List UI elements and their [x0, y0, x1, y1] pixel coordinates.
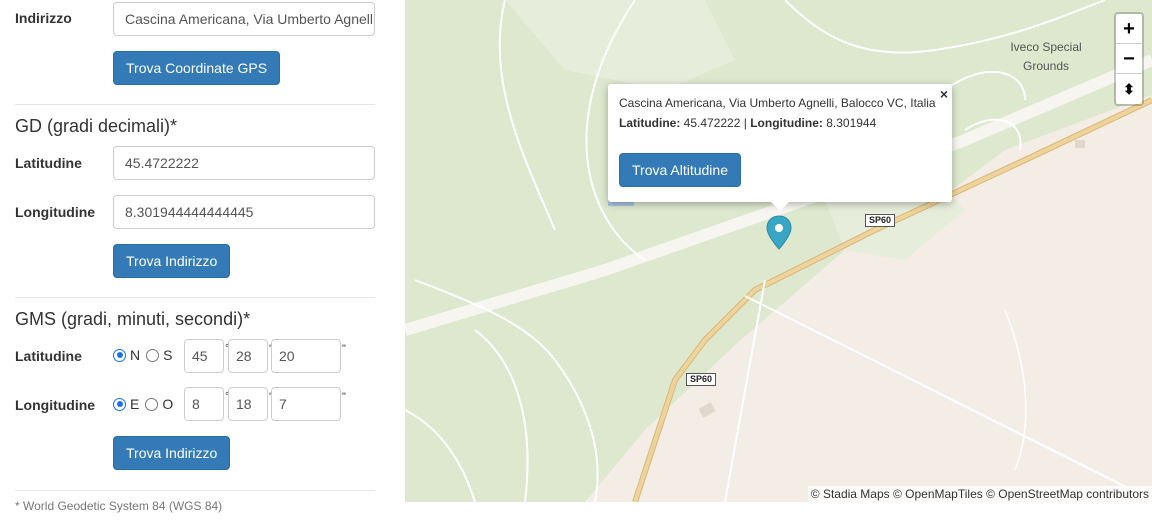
- radio-west-label: O: [162, 396, 174, 412]
- zoom-control: + − ⬍: [1114, 12, 1144, 106]
- second-symbol: ": [342, 391, 346, 403]
- lon-seconds-input[interactable]: 7: [271, 387, 341, 421]
- radio-east-label: E: [130, 396, 140, 412]
- lon-minutes-input[interactable]: 18: [228, 387, 268, 421]
- longitude-direction-group: E O: [113, 396, 179, 412]
- popup-lat-label: Latitudine:: [619, 116, 681, 130]
- zoom-in-button[interactable]: +: [1116, 14, 1142, 44]
- gd-find-address-button[interactable]: Trova Indirizzo: [113, 244, 231, 278]
- radio-south[interactable]: [146, 348, 160, 362]
- radio-south-label: S: [163, 347, 173, 363]
- divider: [15, 490, 375, 491]
- map-attribution: © Stadia Maps © OpenMapTiles © OpenStree…: [807, 486, 1152, 502]
- find-altitude-button[interactable]: Trova Altitudine: [619, 153, 741, 187]
- gd-longitude-label: Longitudine: [15, 204, 96, 220]
- gms-section-title: GMS (gradi, minuti, secondi)*: [15, 309, 251, 329]
- gms-latitude-label: Latitudine: [15, 348, 82, 364]
- popup-lon-label: Longitudine:: [750, 116, 823, 130]
- radio-east[interactable]: [113, 397, 126, 411]
- road-label-sp60: SP60: [686, 373, 717, 386]
- popup-separator: |: [743, 116, 747, 130]
- lat-seconds-input[interactable]: 20: [271, 339, 341, 373]
- find-gps-coordinates-button[interactable]: Trova Coordinate GPS: [113, 51, 281, 85]
- popup-address: Cascina Americana, Via Umberto Agnelli, …: [619, 96, 936, 110]
- zoom-out-button[interactable]: −: [1116, 44, 1142, 74]
- divider: [15, 297, 375, 298]
- coordinate-form-panel: Indirizzo Cascina Americana, Via Umberto…: [0, 0, 392, 524]
- lat-degrees-input[interactable]: 45: [184, 339, 224, 373]
- reset-north-icon[interactable]: ⬍: [1116, 74, 1142, 104]
- radio-west[interactable]: [145, 397, 159, 411]
- gms-find-address-button[interactable]: Trova Indirizzo: [113, 436, 231, 470]
- latitude-direction-group: N S: [113, 347, 178, 363]
- popup-coordinates: Latitudine: 45.472222 | Longitudine: 8.3…: [619, 116, 876, 130]
- address-input[interactable]: Cascina Americana, Via Umberto Agnelli, …: [113, 2, 375, 36]
- map-view[interactable]: SP60 SP60 Iveco Special Grounds × Cascin…: [405, 0, 1152, 502]
- place-label: Iveco Special Grounds: [1010, 40, 1082, 73]
- road-label-sp60: SP60: [865, 214, 896, 227]
- wgs84-footnote: * World Geodetic System 84 (WGS 84): [15, 499, 223, 513]
- radio-north[interactable]: [113, 348, 126, 362]
- gd-longitude-input[interactable]: 8.301944444444445: [113, 195, 375, 229]
- address-label: Indirizzo: [15, 10, 72, 26]
- second-symbol: ": [342, 343, 346, 355]
- location-popup: × Cascina Americana, Via Umberto Agnelli…: [608, 84, 952, 211]
- popup-tip: [771, 202, 789, 211]
- location-marker-icon[interactable]: [766, 215, 792, 251]
- gms-longitude-label: Longitudine: [15, 397, 96, 413]
- lon-degrees-input[interactable]: 8: [184, 387, 224, 421]
- popup-lon-value: 8.301944: [826, 116, 877, 130]
- gd-latitude-input[interactable]: 45.4722222: [113, 146, 375, 180]
- lat-minutes-input[interactable]: 28: [228, 339, 268, 373]
- popup-lat-value: 45.472222: [683, 116, 741, 130]
- gd-latitude-label: Latitudine: [15, 155, 82, 171]
- radio-north-label: N: [130, 347, 141, 363]
- divider: [15, 104, 375, 105]
- popup-close-icon[interactable]: ×: [940, 86, 948, 102]
- gd-section-title: GD (gradi decimali)*: [15, 116, 178, 136]
